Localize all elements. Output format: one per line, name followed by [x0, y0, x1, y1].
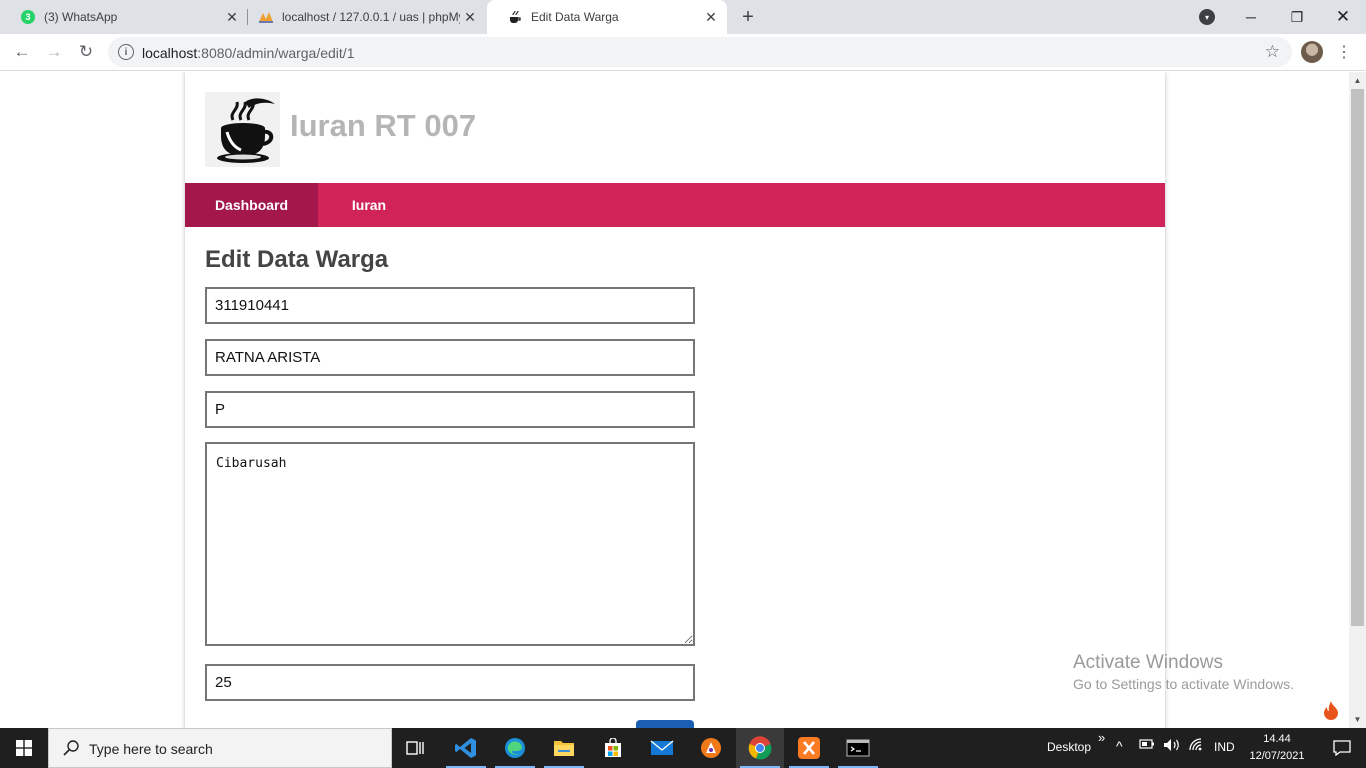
terminal-icon[interactable]	[834, 728, 882, 768]
language-indicator[interactable]: IND	[1214, 740, 1235, 754]
wifi-icon[interactable]	[1189, 738, 1205, 755]
page-scrollbar[interactable]: ▲ ▼	[1349, 72, 1366, 728]
coffee-cup-icon	[217, 98, 275, 163]
phpmyadmin-icon	[258, 9, 274, 25]
address-textarea[interactable]: Cibarusah	[205, 442, 695, 646]
clock-date: 12/07/2021	[1249, 750, 1305, 762]
toolbar-overflow-icon[interactable]: »	[1098, 730, 1105, 745]
taskbar-clock[interactable]: 14.44 12/07/2021	[1246, 731, 1308, 765]
site-title: Iuran RT 007	[290, 108, 477, 143]
nav-item-iuran[interactable]: Iuran	[318, 183, 420, 227]
file-explorer-icon[interactable]	[540, 728, 588, 768]
page-container: Iuran RT 007 Dashboard Iuran Edit Data W…	[185, 72, 1165, 728]
bookmark-star-icon[interactable]: ☆	[1265, 42, 1280, 62]
close-window-button[interactable]: ✕	[1320, 0, 1366, 34]
tab-title: (3) WhatsApp	[44, 10, 118, 24]
address-bar[interactable]: i localhost:8080/admin/warga/edit/1 ☆	[108, 37, 1292, 67]
info-icon[interactable]: i	[118, 44, 134, 60]
gender-field[interactable]	[205, 391, 695, 428]
xampp-icon[interactable]	[785, 728, 833, 768]
windows-taskbar: Type here to search Desktop » ^ IND 14.4…	[0, 728, 1366, 768]
page-title: Edit Data Warga	[205, 246, 389, 273]
notification-center-icon[interactable]	[1318, 728, 1366, 768]
desktop-toolbar-label[interactable]: Desktop	[1047, 740, 1091, 754]
show-hidden-icons-icon[interactable]: ^	[1116, 738, 1123, 754]
tab-search-icon[interactable]: ▾	[1199, 9, 1215, 25]
taskbar-search-input[interactable]: Type here to search	[48, 728, 392, 768]
scroll-down-icon[interactable]: ▼	[1349, 711, 1366, 728]
whatsapp-badge: 3	[21, 10, 35, 24]
age-field[interactable]	[205, 664, 695, 701]
url-text[interactable]: localhost:8080/admin/warga/edit/1	[142, 45, 354, 61]
activation-watermark-text: Go to Settings to activate Windows.	[1073, 676, 1294, 692]
close-icon[interactable]: ✕	[460, 7, 480, 27]
submit-button[interactable]	[636, 720, 694, 728]
nav-item-dashboard[interactable]: Dashboard	[185, 183, 318, 227]
chrome-icon[interactable]	[736, 728, 784, 768]
whatsapp-icon: 3	[20, 9, 36, 25]
search-icon	[63, 740, 79, 756]
page-viewport: Iuran RT 007 Dashboard Iuran Edit Data W…	[0, 72, 1349, 728]
new-tab-button[interactable]: +	[736, 5, 760, 29]
battery-icon[interactable]	[1139, 738, 1155, 753]
site-logo	[205, 92, 280, 167]
close-icon[interactable]: ✕	[701, 7, 721, 27]
back-button[interactable]: ←	[8, 38, 36, 66]
search-placeholder: Type here to search	[89, 741, 213, 757]
mail-icon[interactable]	[638, 728, 686, 768]
tab-whatsapp[interactable]: 3 (3) WhatsApp ✕	[0, 0, 248, 34]
vscode-icon[interactable]	[442, 728, 490, 768]
tab-edit-data-warga[interactable]: Edit Data Warga ✕	[487, 0, 727, 34]
tab-title: localhost / 127.0.0.1 / uas | phpMyAdmin	[282, 10, 460, 24]
minimize-button[interactable]: ─	[1228, 0, 1274, 34]
windows-start-icon[interactable]	[0, 728, 48, 768]
volume-icon[interactable]	[1163, 738, 1181, 755]
task-view-icon[interactable]	[392, 728, 440, 768]
tab-phpmyadmin[interactable]: localhost / 127.0.0.1 / uas | phpMyAdmin…	[238, 0, 486, 34]
nik-field[interactable]	[205, 287, 695, 324]
main-navbar: Dashboard Iuran	[185, 183, 1165, 227]
avast-icon[interactable]	[687, 728, 735, 768]
coffee-cup-icon	[507, 9, 523, 25]
scroll-thumb[interactable]	[1351, 89, 1364, 626]
tab-title: Edit Data Warga	[531, 10, 619, 24]
browser-toolbar: ← → ↻ i localhost:8080/admin/warga/edit/…	[0, 34, 1366, 71]
forward-button[interactable]: →	[40, 38, 68, 66]
avatar[interactable]	[1301, 41, 1323, 63]
browser-menu-icon[interactable]: ⋮	[1334, 40, 1354, 64]
edge-icon[interactable]	[491, 728, 539, 768]
clock-time: 14.44	[1263, 733, 1291, 745]
name-field[interactable]	[205, 339, 695, 376]
browser-tab-strip: 3 (3) WhatsApp ✕ localhost / 127.0.0.1 /…	[0, 0, 1366, 34]
reload-button[interactable]: ↻	[72, 38, 100, 66]
xampp-flame-icon[interactable]	[1313, 692, 1349, 728]
restore-button[interactable]: ❐	[1274, 0, 1320, 34]
activation-watermark-title: Activate Windows	[1073, 652, 1223, 673]
scroll-up-icon[interactable]: ▲	[1349, 72, 1366, 89]
microsoft-store-icon[interactable]	[589, 728, 637, 768]
